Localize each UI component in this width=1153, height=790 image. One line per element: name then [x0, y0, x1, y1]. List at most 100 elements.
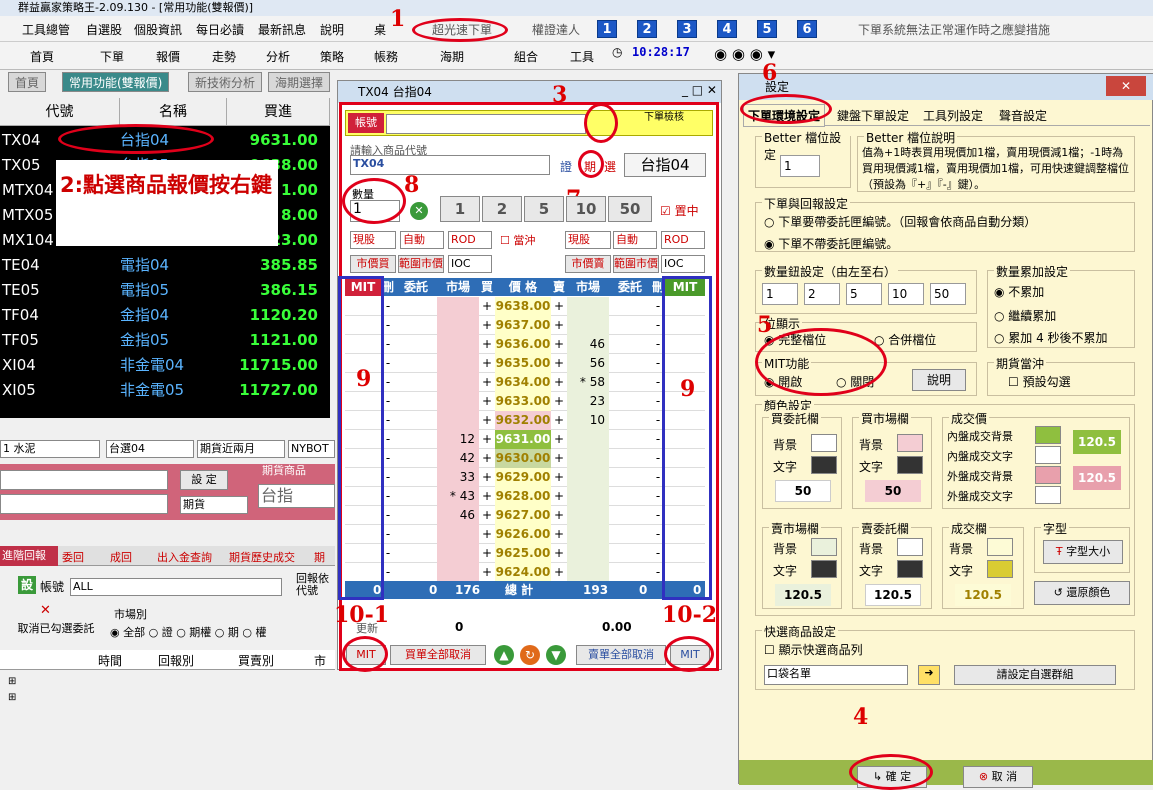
warrant-master-menu[interactable]: 權證達人 [532, 21, 580, 38]
tab-technical[interactable]: 新技術分析 [188, 72, 263, 92]
price-cell[interactable]: 9630.00 [495, 449, 551, 468]
ladder-row[interactable]: -12 +9631.00 + - [345, 430, 705, 449]
window-controls[interactable]: _ □ ✕ [682, 83, 717, 97]
color-swatch[interactable] [1035, 446, 1061, 464]
stock-select[interactable]: 1 水泥 [0, 440, 100, 458]
color-swatch[interactable] [897, 538, 923, 556]
qty-button-input[interactable]: 10 [888, 283, 924, 305]
menu-item[interactable]: 最新訊息 [258, 21, 306, 38]
toolbar-order[interactable]: 下單 [100, 48, 124, 65]
qty-button-input[interactable]: 50 [930, 283, 966, 305]
menu-item[interactable]: 個股資訊 [134, 21, 182, 38]
pos-radio-merged[interactable]: ○ 合併檔位 [874, 331, 936, 348]
quote-row[interactable]: XI05 非金電05 11727.00 [0, 378, 330, 403]
price-cell[interactable]: 9636.00 [495, 335, 551, 354]
sell-mode-select[interactable]: 自動 [613, 231, 657, 249]
buy-mode-select[interactable]: 自動 [400, 231, 444, 249]
daytrade-checkbox[interactable]: ☐ 當沖 [500, 232, 535, 248]
toolbar-trend[interactable]: 走勢 [212, 48, 236, 65]
tab-sound[interactable]: 聲音設定 [999, 107, 1047, 124]
quote-row[interactable]: TE04 電指04 385.85 [0, 253, 330, 278]
restore-color-button[interactable]: ↺ 還原顏色 [1034, 581, 1130, 605]
toolbar-quote[interactable]: 報價 [156, 48, 180, 65]
account-select[interactable]: ALL [70, 578, 282, 596]
qty-button-input[interactable]: 2 [804, 283, 840, 305]
menu-item[interactable]: 桌 [374, 21, 386, 38]
range-market-buy-button[interactable]: 範圍市價 [398, 255, 444, 273]
product-input-2[interactable] [0, 494, 168, 514]
acc-radio-continue[interactable]: ○ 繼續累加 [994, 307, 1056, 324]
toolbar-account[interactable]: 帳務 [374, 48, 398, 65]
cancel-all-sell-button[interactable]: 賣單全部取消 [576, 645, 666, 665]
market-radios[interactable]: ◉ 全部 ○ 證 ○ 期權 ○ 期 ○ 權 [110, 624, 266, 640]
column-header-bid[interactable]: 買進 [227, 98, 330, 126]
ladder-row[interactable]: -42 +9630.00 + - [345, 449, 705, 468]
acc-radio-4s[interactable]: ○ 累加 4 秒後不累加 [994, 329, 1108, 346]
toolbar-overseas[interactable]: 海期 [440, 48, 464, 65]
tab-advanced-report[interactable]: 進階回報 [0, 546, 58, 566]
price-cell[interactable]: 9627.00 [495, 506, 551, 525]
ladder-row[interactable]: - +9638.00 + - [345, 297, 705, 316]
buy-ioc-select[interactable]: IOC [448, 255, 492, 273]
center-checkbox[interactable]: ☑ 置中 [660, 202, 699, 219]
color-swatch[interactable] [897, 560, 923, 578]
ladder-row[interactable]: -33 +9629.00 + - [345, 468, 705, 487]
arrow-down-icon[interactable]: ▼ [546, 645, 566, 665]
report-radio-1[interactable]: ○ 下單要帶委託匣編號。（回報會依商品自動分類） [764, 213, 1036, 230]
cancel-all-buy-button[interactable]: 買單全部取消 [390, 645, 486, 665]
column-header-name[interactable]: 名稱 [120, 98, 227, 126]
cancel-button[interactable]: ⊗ 取 消 [963, 766, 1033, 788]
quantity-1-button[interactable]: 1 [440, 196, 480, 222]
tab-order-report[interactable]: 委回 [62, 549, 84, 565]
toolbar-strategy[interactable]: 策略 [320, 48, 344, 65]
arrow-right-icon[interactable]: ➜ [918, 665, 940, 685]
tab-keyboard[interactable]: 鍵盤下單設定 [837, 107, 909, 124]
tab-futures-history[interactable]: 期貨歷史成交 [229, 549, 295, 565]
ladder-row[interactable]: - +9636.00 +46- [345, 335, 705, 354]
quote-row[interactable]: TE05 電指05 386.15 [0, 278, 330, 303]
buy-type-select[interactable]: 現股 [350, 231, 396, 249]
layout-6-button[interactable]: 6 [797, 20, 817, 38]
settings-button[interactable]: 設 定 [180, 470, 228, 490]
order-check[interactable]: 下單檢核 [644, 112, 684, 124]
market-buy-button[interactable]: 市價買 [350, 255, 396, 273]
price-cell[interactable]: 9633.00 [495, 392, 551, 411]
product-input-1[interactable] [0, 470, 168, 490]
quote-row[interactable]: TF05 金指05 1121.00 [0, 328, 330, 353]
set-group-button[interactable]: 請設定自選群組 [954, 665, 1116, 685]
quantity-2-button[interactable]: 2 [482, 196, 522, 222]
qty-button-input[interactable]: 5 [846, 283, 882, 305]
color-swatch[interactable] [811, 560, 837, 578]
ladder-row[interactable]: - +9635.00 +56- [345, 354, 705, 373]
ladder-row[interactable]: - +9625.00 + - [345, 544, 705, 563]
color-swatch[interactable] [897, 456, 923, 474]
ladder-row[interactable]: - +9624.00 + - [345, 563, 705, 582]
color-swatch[interactable] [1035, 466, 1061, 484]
sell-rod-select[interactable]: ROD [661, 231, 705, 249]
tab-more[interactable]: 期 [314, 549, 325, 565]
tab-overseas-options[interactable]: 海期選擇 [268, 72, 331, 92]
show-quick-checkbox[interactable]: ☐ 顯示快選商品列 [764, 641, 863, 658]
layout-5-button[interactable]: 5 [757, 20, 777, 38]
emergency-notice[interactable]: 下單系統無法正常運作時之應變措施 [858, 21, 1050, 38]
menu-item[interactable]: 自選股 [86, 21, 122, 38]
mit-help-button[interactable]: 說明 [912, 369, 966, 391]
range-market-sell-button[interactable]: 範圍市價 [613, 255, 659, 273]
price-cell[interactable]: 9626.00 [495, 525, 551, 544]
tab-home[interactable]: 首頁 [8, 72, 47, 92]
clear-quantity-icon[interactable]: ✕ [410, 202, 428, 220]
ladder-row[interactable]: - +9637.00 + - [345, 316, 705, 335]
quote-row[interactable]: TF04 金指04 1120.20 [0, 303, 330, 328]
price-cell[interactable]: 9631.00 [495, 430, 551, 449]
expand-icon[interactable]: ⊞ [8, 676, 16, 687]
qty-button-input[interactable]: 1 [762, 283, 798, 305]
color-swatch[interactable] [811, 538, 837, 556]
futures-select[interactable]: 期貨近兩月 [197, 440, 285, 458]
sell-type-select[interactable]: 現股 [565, 231, 611, 249]
tab-toolbar[interactable]: 工具列設定 [923, 107, 983, 124]
layout-1-button[interactable]: 1 [597, 20, 617, 38]
price-cell[interactable]: 9634.00 [495, 373, 551, 392]
ladder-row[interactable]: - +9632.00 +10- [345, 411, 705, 430]
account-button[interactable]: 帳號 [348, 113, 384, 133]
report-radio-2[interactable]: ◉ 下單不帶委託匣編號。 [764, 235, 898, 252]
